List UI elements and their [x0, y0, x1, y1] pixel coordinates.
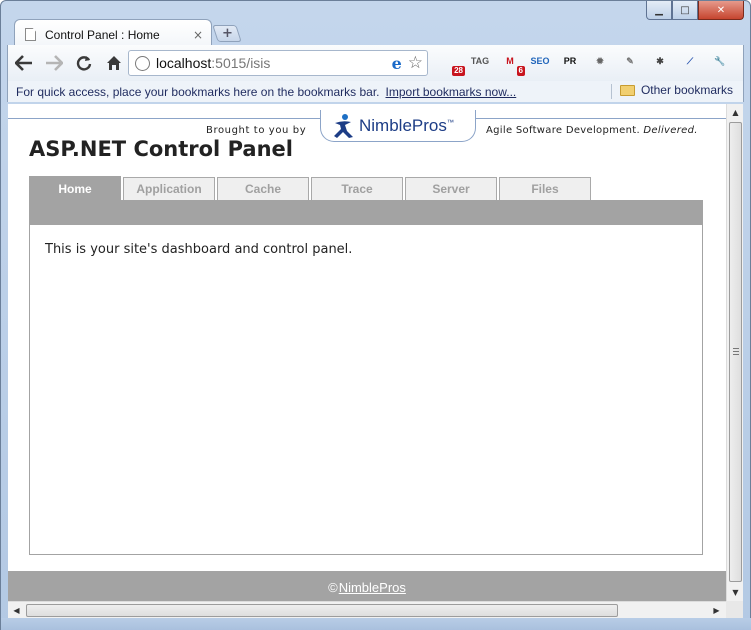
tab-files[interactable]: Files: [499, 177, 591, 200]
gear-extension-icon[interactable]: ✹: [588, 49, 612, 73]
new-tab-button[interactable]: +: [212, 25, 242, 42]
page-viewport: Brought to you by NimblePros™ Agile Soft…: [8, 104, 726, 601]
eyedropper-icon[interactable]: ⟋: [678, 49, 702, 73]
bookmark-star-icon[interactable]: ☆: [408, 53, 423, 73]
vertical-scroll-thumb[interactable]: [729, 122, 742, 582]
gmail-icon[interactable]: M6: [498, 49, 525, 76]
arrow-left-icon: [15, 55, 32, 71]
arrow-right-icon: [46, 55, 63, 71]
extension-icons: 28 TAG M 6 SEO PR ✹ ✎ ✱ ⟋ 🔧: [438, 49, 738, 76]
reload-icon: [76, 56, 92, 71]
seo-icon[interactable]: SEO: [528, 49, 552, 73]
scrollbar-corner: [726, 601, 743, 618]
address-bar[interactable]: localhost:5015/isis e ☆: [128, 50, 428, 76]
home-icon: [107, 56, 121, 70]
tagline: Agile Software Development. Delivered.: [486, 125, 698, 136]
rss-icon[interactable]: 28: [438, 49, 465, 76]
scroll-up-icon[interactable]: ▲: [727, 104, 744, 121]
vertical-scrollbar[interactable]: ▲ ▼: [726, 104, 743, 601]
other-bookmarks-button[interactable]: Other bookmarks: [619, 83, 733, 97]
runner-icon: [334, 113, 353, 138]
horizontal-scroll-thumb[interactable]: [26, 604, 618, 617]
bug-icon[interactable]: ✱: [648, 49, 672, 73]
url-text[interactable]: localhost:5015/isis: [156, 55, 392, 71]
folder-icon: [619, 84, 635, 96]
tab-strip: Control Panel : Home × +: [1, 17, 750, 49]
tab-title: Control Panel : Home: [45, 27, 160, 42]
tab-trace[interactable]: Trace: [311, 177, 403, 200]
back-button[interactable]: [10, 49, 38, 77]
tab-close-icon[interactable]: ×: [193, 28, 203, 42]
plus-icon: +: [221, 26, 233, 41]
tab-cache[interactable]: Cache: [217, 177, 309, 200]
browser-toolbar: localhost:5015/isis e ☆ 28 TAG M 6 SEO PR ✹ ✎ ✱ ⟋…: [7, 45, 744, 81]
site-footer: © NimblePros: [8, 571, 726, 601]
extension-badge: 28: [452, 66, 465, 76]
tag-icon[interactable]: TAG: [468, 49, 492, 73]
bookmarks-bar: For quick access, place your bookmarks h…: [7, 81, 744, 102]
wrench-icon[interactable]: 🔧: [708, 49, 732, 73]
forward-button[interactable]: [40, 49, 68, 77]
brought-to-you-by: Brought to you by: [206, 125, 307, 136]
copyright-symbol: ©: [328, 579, 338, 595]
horizontal-scrollbar[interactable]: ◀ ▶: [8, 601, 726, 618]
pagerank-icon[interactable]: PR: [558, 49, 582, 73]
footer-nimblepros-link[interactable]: NimblePros: [339, 580, 406, 595]
reload-button[interactable]: [70, 49, 98, 77]
page-favicon-icon: [25, 28, 36, 41]
home-button[interactable]: [100, 49, 128, 77]
browser-window: ▁ □ ✕ Control Panel : Home × + localhost…: [0, 0, 751, 630]
logo-tm: ™: [446, 118, 454, 126]
scroll-right-icon[interactable]: ▶: [708, 602, 725, 619]
extension-badge: 6: [516, 66, 525, 76]
logo-text: NimblePros: [359, 115, 447, 135]
other-bookmarks-label: Other bookmarks: [640, 83, 733, 97]
tab-home[interactable]: Home: [29, 176, 121, 200]
note-icon[interactable]: ✎: [618, 49, 642, 73]
globe-icon: [135, 55, 150, 71]
tab-server[interactable]: Server: [405, 177, 497, 200]
control-panel-tabs: Home Application Cache Trace Server Files: [29, 176, 593, 200]
tab-bar-band: [29, 200, 703, 225]
page-title: ASP.NET Control Panel: [29, 137, 293, 161]
scroll-left-icon[interactable]: ◀: [8, 602, 25, 619]
dashboard-text: This is your site's dashboard and contro…: [45, 242, 353, 257]
content-panel: This is your site's dashboard and contro…: [29, 225, 703, 555]
tab-application[interactable]: Application: [123, 177, 215, 200]
scroll-down-icon[interactable]: ▼: [727, 584, 744, 601]
site-header: Brought to you by NimblePros™ Agile Soft…: [8, 104, 726, 166]
bookmarks-hint: For quick access, place your bookmarks h…: [16, 84, 380, 99]
nimblepros-logo[interactable]: NimblePros™: [320, 110, 476, 142]
bookmarks-separator: [611, 84, 612, 99]
window-frame-bottom: [1, 618, 751, 630]
import-bookmarks-link[interactable]: Import bookmarks now...: [386, 85, 517, 99]
ie-tab-icon[interactable]: e: [392, 54, 402, 73]
